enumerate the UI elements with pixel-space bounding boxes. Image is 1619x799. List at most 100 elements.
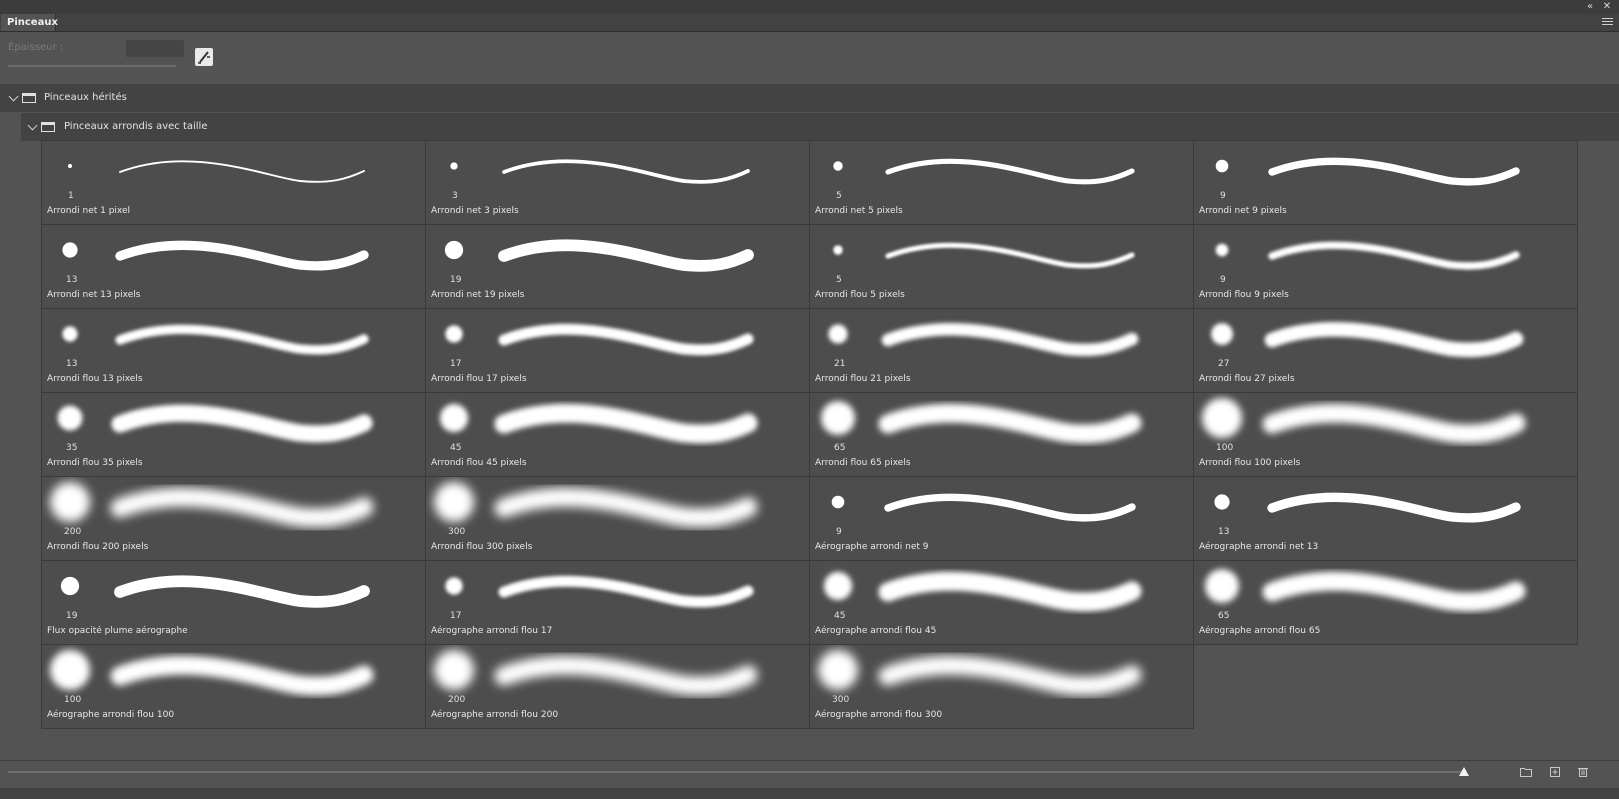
brush-name: Arrondi net 3 pixels [431,206,519,216]
brush-tile[interactable]: 9 Arrondi flou 9 pixels [1193,224,1578,309]
brush-tile[interactable]: 5 Arrondi flou 5 pixels [809,224,1194,309]
brush-tip [57,405,83,431]
brush-tip [50,482,90,522]
size-input[interactable] [126,40,184,57]
brush-name: Arrondi flou 21 pixels [815,374,911,384]
brush-tile[interactable]: 17 Aérographe arrondi flou 17 [425,560,810,645]
brush-stroke [1262,571,1526,612]
brush-size: 300 [832,695,850,705]
brush-tile[interactable]: 5 Arrondi net 5 pixels [809,140,1194,225]
folder-name: Pinceaux hérités [44,92,127,103]
brush-size: 13 [66,359,78,369]
brush-name: Arrondi flou 5 pixels [815,290,905,300]
tab-bar: Pinceaux [0,14,1619,32]
brush-tile[interactable]: 100 Aérographe arrondi flou 100 [41,644,426,729]
double-chevron-left-icon[interactable]: « [1583,0,1597,14]
brush-size: 13 [66,275,78,285]
brush-tip [1214,494,1230,510]
brush-tile[interactable]: 65 Arrondi flou 65 pixels [809,392,1194,477]
brush-name: Arrondi flou 65 pixels [815,458,911,468]
brush-tile[interactable]: 19 Arrondi net 19 pixels [425,224,810,309]
chevron-down-icon[interactable] [8,91,19,102]
new-folder-icon[interactable] [1520,767,1532,777]
brush-tip [833,161,843,171]
brush-name: Aérographe arrondi net 13 [1199,542,1319,552]
brush-name: Aérographe arrondi flou 65 [1199,626,1321,636]
brush-stroke [881,323,1139,357]
brush-name: Aérographe arrondi flou 45 [815,626,937,636]
brush-stroke [115,240,369,271]
close-icon[interactable]: ✕ [1600,0,1614,14]
brush-tip [823,571,853,601]
slider-thumb[interactable] [1459,767,1469,776]
brush-tile[interactable]: 200 Arrondi flou 200 pixels [41,476,426,561]
preview-size-slider[interactable] [8,771,1466,773]
brush-size: 45 [834,611,846,621]
brush-stroke [885,242,1135,269]
new-brush-icon[interactable] [1549,767,1561,777]
brush-tile[interactable]: 300 Arrondi flou 300 pixels [425,476,810,561]
brush-name: Arrondi flou 200 pixels [47,542,149,552]
brush-pose-icon[interactable] [195,48,213,66]
brush-tile[interactable]: 45 Aérographe arrondi flou 45 [809,560,1194,645]
brush-name: Arrondi net 13 pixels [47,290,141,300]
brush-size: 45 [450,443,462,453]
folder-pinceaux-herites[interactable]: Pinceaux hérités [0,84,1619,112]
brush-name: Arrondi net 9 pixels [1199,206,1287,216]
brush-tip [831,495,845,509]
tab-pinceaux[interactable]: Pinceaux [1,14,58,31]
brush-size: 65 [834,443,846,453]
size-label: Épaisseur : [8,42,64,53]
trash-icon[interactable] [1577,767,1589,777]
brush-tile[interactable]: 45 Arrondi flou 45 pixels [425,392,810,477]
brush-size: 100 [1216,443,1234,453]
brush-stroke [494,487,758,528]
folder-pinceaux-arrondis[interactable]: Pinceaux arrondis avec taille [21,113,1619,141]
folder-icon [22,93,36,103]
brush-tile[interactable]: 1 Arrondi net 1 pixel [41,140,426,225]
brush-tile[interactable]: 65 Aérographe arrondi flou 65 [1193,560,1578,645]
brush-name: Aérographe arrondi flou 17 [431,626,553,636]
brush-tile[interactable]: 13 Aérographe arrondi net 13 [1193,476,1578,561]
brush-stroke [878,403,1142,444]
brush-tip [450,162,458,170]
brush-tile[interactable]: 3 Arrondi net 3 pixels [425,140,810,225]
brush-name: Arrondi net 1 pixel [47,206,131,216]
brush-tip [1202,398,1242,438]
brush-name: Arrondi flou 35 pixels [47,458,143,468]
brush-tip [1215,243,1229,257]
brush-size: 13 [1218,527,1230,537]
brush-tile[interactable]: 17 Arrondi flou 17 pixels [425,308,810,393]
brush-tip [62,242,78,258]
brush-stroke [114,575,370,608]
brush-name: Arrondi net 5 pixels [815,206,903,216]
brush-size: 35 [66,443,78,453]
brush-size: 5 [836,191,842,201]
brush-size: 9 [1220,191,1226,201]
brush-tile[interactable]: 35 Arrondi flou 35 pixels [41,392,426,477]
hamburger-menu-icon[interactable] [1602,16,1613,28]
brush-tile[interactable]: 21 Arrondi flou 21 pixels [809,308,1194,393]
brush-tile[interactable]: 27 Arrondi flou 27 pixels [1193,308,1578,393]
brush-stroke [119,160,365,183]
brush-tile[interactable]: 13 Arrondi flou 13 pixels [41,308,426,393]
brush-stroke [115,324,369,355]
brush-tile[interactable]: 13 Arrondi net 13 pixels [41,224,426,309]
brush-name: Arrondi flou 13 pixels [47,374,143,384]
brush-tile[interactable]: 9 Aérographe arrondi net 9 [809,476,1194,561]
bottom-bar [0,760,1619,787]
brush-size: 300 [448,527,466,537]
brush-size: 9 [836,527,842,537]
brush-tile[interactable]: 200 Aérographe arrondi flou 200 [425,644,810,729]
brush-stroke [110,487,374,528]
brush-tile[interactable]: 300 Aérographe arrondi flou 300 [809,644,1194,729]
brush-stroke [110,655,374,696]
brush-tip [62,326,78,342]
brush-tile[interactable]: 19 Flux opacité plume aérographe [41,560,426,645]
chevron-down-icon[interactable] [27,120,38,131]
brush-stroke [494,403,758,444]
brush-size: 17 [450,359,462,369]
brush-tile[interactable]: 9 Arrondi net 9 pixels [1193,140,1578,225]
brush-tile[interactable]: 100 Arrondi flou 100 pixels [1193,392,1578,477]
size-slider[interactable] [8,65,176,67]
